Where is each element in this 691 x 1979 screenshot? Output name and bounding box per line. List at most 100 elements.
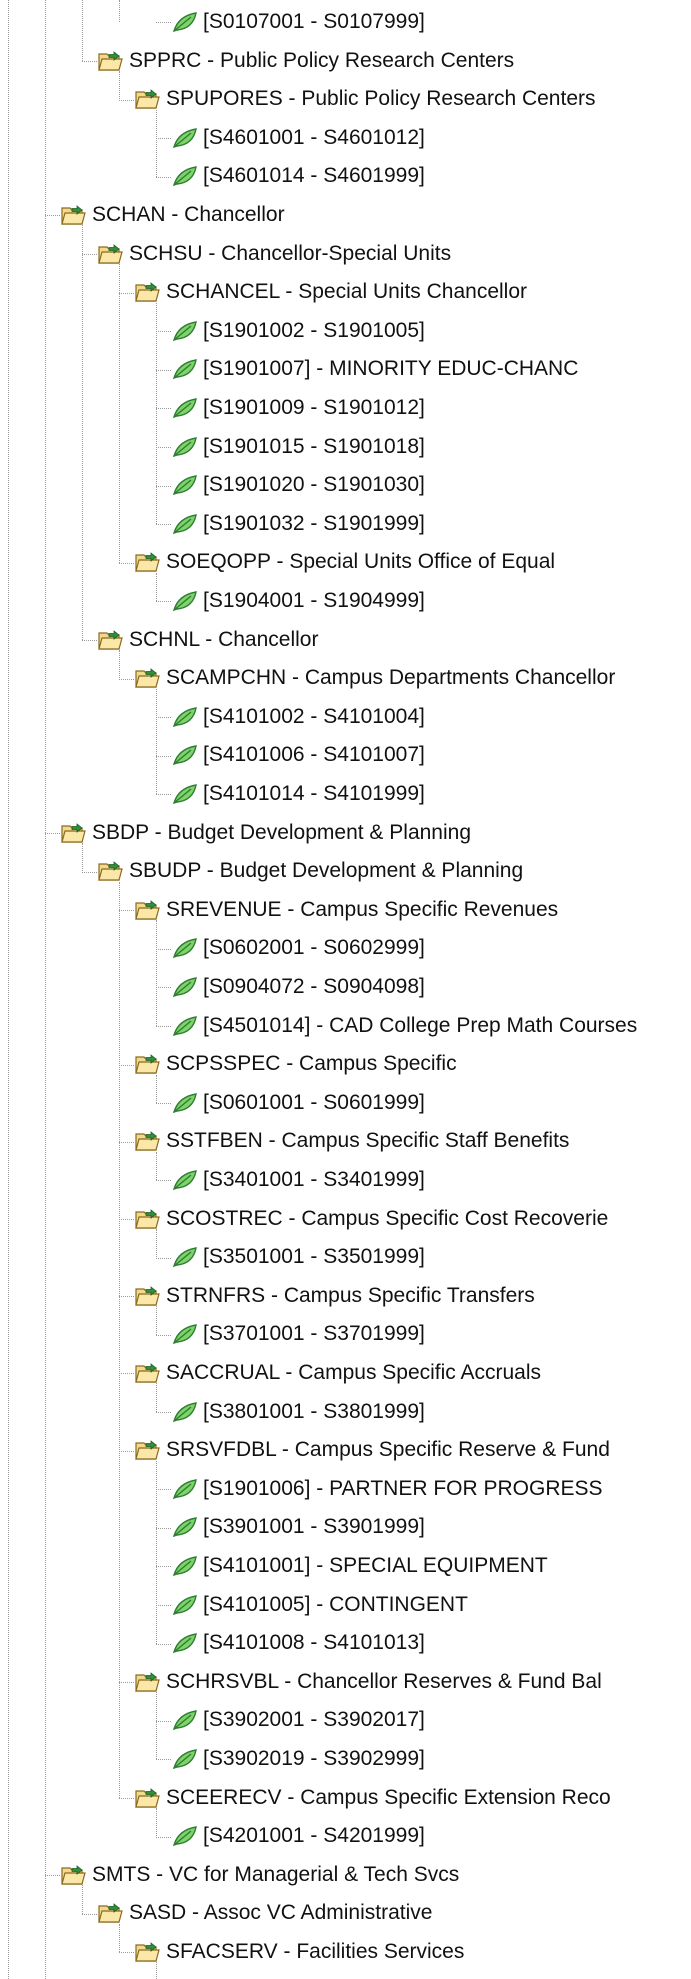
tree-folder-node[interactable]: SBUDP - Budget Development & Planning <box>97 852 523 890</box>
tree-range-node[interactable]: [S0601001 - S0601999] <box>171 1084 425 1122</box>
open-folder-icon <box>134 897 164 923</box>
tree-connector <box>156 138 171 140</box>
open-folder-icon <box>97 858 127 884</box>
tree-range-node[interactable]: [S3902019 - S3902999] <box>171 1740 425 1778</box>
tree-folder-node[interactable]: SMTS - VC for Managerial & Tech Svcs <box>60 1856 459 1894</box>
tree-folder-node[interactable]: SFACSERV - Facilities Services <box>134 1933 464 1971</box>
tree-connector <box>156 717 171 719</box>
tree-range-node[interactable]: [S3401001 - S3401999] <box>171 1161 425 1199</box>
tree-folder-node[interactable]: STRNFRS - Campus Specific Transfers <box>134 1277 535 1315</box>
tree-range-node[interactable]: [S4201001 - S4201999] <box>171 1817 425 1855</box>
tree-folder-node[interactable]: SCEERECV - Campus Specific Extension Rec… <box>134 1779 611 1817</box>
tree-folder-node[interactable]: SASD - Assoc VC Administrative <box>97 1894 432 1932</box>
tree-range-node[interactable]: [S4101006 - S4101007] <box>171 736 425 774</box>
tree-connector <box>119 1952 134 1954</box>
open-folder-icon <box>134 1051 164 1077</box>
tree-folder-node[interactable]: SBDP - Budget Development & Planning <box>60 814 471 852</box>
tree-node-label: SFACSERV - Facilities Services <box>166 1940 465 1963</box>
tree-range-node[interactable]: [S4101014 - S4101999] <box>171 775 425 813</box>
open-folder-icon <box>60 1862 90 1888</box>
tree-range-node[interactable]: [S4601001 - S4601012] <box>171 119 425 157</box>
tree-folder-node[interactable]: SCOSTREC - Campus Specific Cost Recoveri… <box>134 1200 608 1238</box>
leaf-icon <box>171 781 201 807</box>
open-folder-icon <box>97 48 127 74</box>
leaf-icon <box>171 1514 201 1540</box>
tree-node-label: [S4601001 - S4601012] <box>203 125 425 149</box>
tree-folder-node[interactable]: SCAMPCHN - Campus Departments Chancellor <box>134 659 615 697</box>
leaf-icon <box>171 163 201 189</box>
tree-folder-node[interactable]: SACCRUAL - Campus Specific Accruals <box>134 1354 541 1392</box>
tree-range-node[interactable]: [S3801001 - S3801999] <box>171 1393 425 1431</box>
open-folder-icon <box>134 86 164 112</box>
tree-node-label: SCHNL - Chancellor <box>129 627 319 651</box>
tree-node-label: [S0601001 - S0601999] <box>203 1090 425 1114</box>
tree-range-node[interactable]: [S4101002 - S4101004] <box>171 698 425 736</box>
tree-range-node[interactable]: [S1904001 - S1904999] <box>171 582 425 620</box>
tree-folder-node[interactable]: SRSVFDBL - Campus Specific Reserve & Fun… <box>134 1431 610 1469</box>
tree-connector <box>156 1759 171 1761</box>
tree-range-node[interactable]: [S0904072 - S0904098] <box>171 968 425 1006</box>
tree-range-node[interactable]: [S1901007] - MINORITY EDUC-CHANC <box>171 350 578 388</box>
tree-folder-node[interactable]: SPUPORES - Public Policy Research Center… <box>134 80 596 118</box>
tree-connector <box>156 1643 171 1645</box>
open-folder-icon <box>134 1360 164 1386</box>
tree-range-node[interactable]: [S1901006] - PARTNER FOR PROGRESS <box>171 1470 603 1508</box>
tree-connector <box>156 1720 171 1722</box>
tree-folder-node[interactable]: SSTFBEN - Campus Specific Staff Benefits <box>134 1122 569 1160</box>
tree-node-label: [S4501014] - CAD College Prep Math Cours… <box>203 1013 638 1037</box>
tree-range-node[interactable]: [S4501014] - CAD College Prep Math Cours… <box>171 1007 637 1045</box>
tree-node-label: SPUPORES - Public Policy Research Center… <box>166 87 596 111</box>
tree-folder-node[interactable]: SOEQOPP - Special Units Office of Equal <box>134 543 555 581</box>
open-folder-icon <box>134 1283 164 1309</box>
tree-guide-line <box>156 1460 157 1644</box>
tree-range-node[interactable]: [S1901002 - S1901005] <box>171 312 425 350</box>
tree-folder-node[interactable]: SPPRC - Public Policy Research Centers <box>97 42 514 80</box>
tree-folder-node[interactable]: SCHNL - Chancellor <box>97 621 318 659</box>
tree-node-label: SASD - Assoc VC Administrative <box>129 1901 433 1925</box>
tree-connector <box>45 832 60 834</box>
leaf-icon <box>171 1399 201 1425</box>
tree-node-label: [S4101008 - S4101013] <box>203 1631 425 1655</box>
tree-range-node[interactable]: [S3902001 - S3902017] <box>171 1701 425 1739</box>
tree-node-label: SACCRUAL - Campus Specific Accruals <box>166 1361 542 1384</box>
tree-folder-node[interactable]: SCHSU - Chancellor-Special Units <box>97 235 451 273</box>
leaf-icon <box>171 1553 201 1579</box>
tree-range-node[interactable]: [S3701001 - S3701999] <box>171 1315 425 1353</box>
tree-range-node[interactable]: [S3501001 - S3501999] <box>171 1238 425 1276</box>
tree-connector <box>156 1103 171 1105</box>
tree-connector <box>119 562 134 564</box>
tree-range-node[interactable]: [S4601014 - S4601999] <box>171 157 425 195</box>
tree-node-label: SPPRC - Public Policy Research Centers <box>129 48 515 72</box>
tree-range-node[interactable]: [S4101005] - CONTINGENT <box>171 1586 468 1624</box>
tree-folder-node[interactable]: SCPSSPEC - Campus Specific <box>134 1045 457 1083</box>
tree-range-node[interactable]: [S1901015 - S1901018] <box>171 428 425 466</box>
leaf-icon <box>171 356 201 382</box>
tree-node-label: [S3902001 - S3902017] <box>203 1708 425 1732</box>
tree-range-node[interactable]: [S1901009 - S1901012] <box>171 389 425 427</box>
leaf-icon <box>171 434 201 460</box>
tree-range-node[interactable]: [S0107001 - S0107999] <box>171 3 425 41</box>
tree-range-node[interactable]: [S1901020 - S1901030] <box>171 466 425 504</box>
leaf-icon <box>171 1630 201 1656</box>
tree-connector <box>156 485 171 487</box>
tree-node-label: [S0602001 - S0602999] <box>203 936 425 960</box>
tree-range-node[interactable]: [S1901032 - S1901999] <box>171 505 425 543</box>
tree-view: [S0107001 - S0107999] SPPRC - Public Poli… <box>0 0 691 1979</box>
tree-connector <box>45 1875 60 1877</box>
open-folder-icon <box>134 1437 164 1463</box>
tree-folder-node[interactable]: SCHANCEL - Special Units Chancellor <box>134 273 527 311</box>
tree-range-node[interactable]: [S0602001 - S0602999] <box>171 929 425 967</box>
tree-range-node[interactable]: [S3901001 - S3901999] <box>171 1508 425 1546</box>
tree-connector <box>119 99 134 101</box>
tree-folder-node[interactable]: SCHRSVBL - Chancellor Reserves & Fund Ba… <box>134 1663 602 1701</box>
leaf-icon <box>171 1707 201 1733</box>
tree-range-node[interactable]: [S4101001] - SPECIAL EQUIPMENT <box>171 1547 548 1585</box>
tree-node-label: SBDP - Budget Development & Planning <box>92 820 472 844</box>
tree-node-label: SCHANCEL - Special Units Chancellor <box>166 280 528 304</box>
tree-range-node[interactable]: [S4101008 - S4101013] <box>171 1624 425 1662</box>
tree-guide-line <box>82 0 83 61</box>
tree-connector <box>156 601 171 603</box>
tree-folder-node[interactable]: SCHAN - Chancellor <box>60 196 285 234</box>
tree-folder-node[interactable]: SREVENUE - Campus Specific Revenues <box>134 891 558 929</box>
tree-node-label: [S3902019 - S3902999] <box>203 1747 425 1770</box>
